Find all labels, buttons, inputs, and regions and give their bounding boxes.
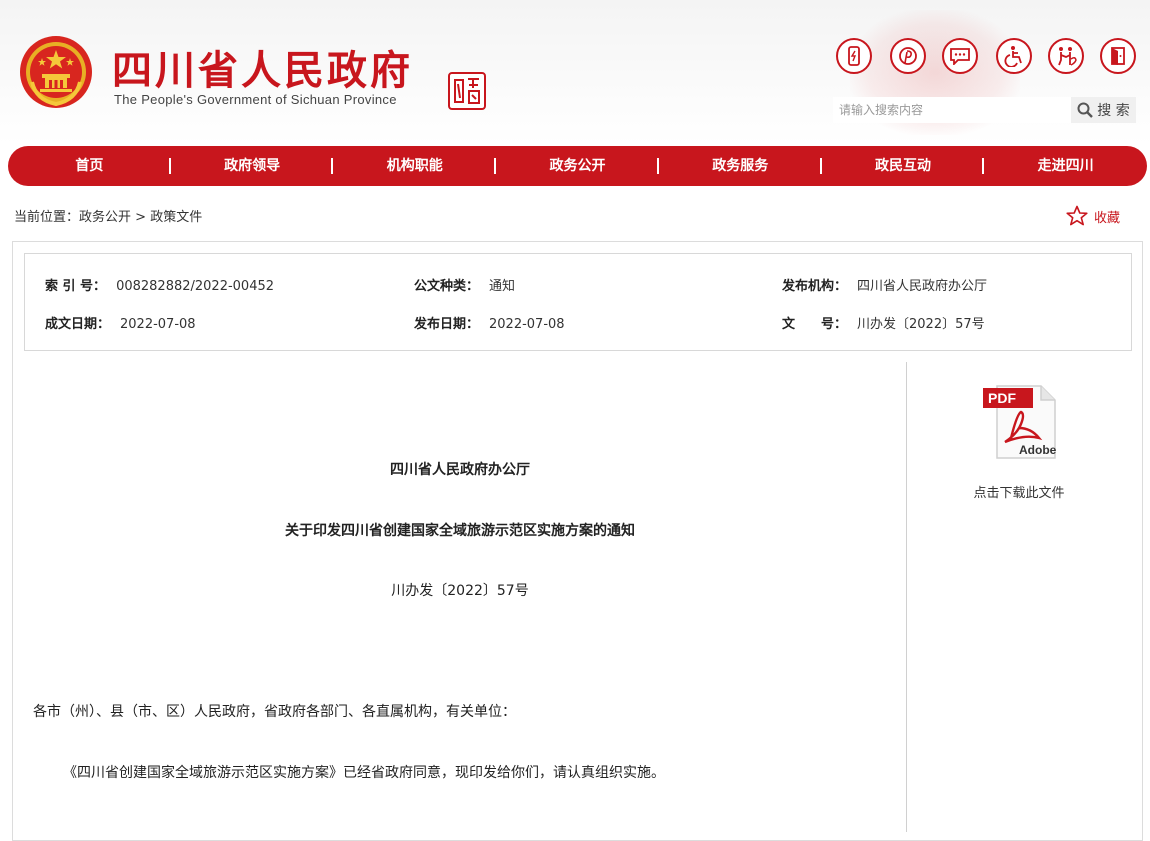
meta-doc-type: 公文种类： 通知 bbox=[414, 275, 515, 294]
document-meta-table: 索 引 号： 008282882/2022-00452 公文种类： 通知 发布机构：… bbox=[24, 253, 1132, 351]
breadcrumb: 当前位置：政务公开 > 政策文件 bbox=[14, 206, 202, 225]
meta-value: 通知 bbox=[489, 279, 516, 294]
nav-item-home[interactable]: 首页 bbox=[8, 146, 171, 186]
meta-value: 2022-07-08 bbox=[489, 317, 565, 332]
meta-index-no: 索 引 号： 008282882/2022-00452 bbox=[45, 275, 274, 294]
mobile-icon[interactable] bbox=[836, 38, 872, 74]
pdf-badge-text: PDF bbox=[988, 390, 1016, 406]
meta-label: 公文种类： bbox=[414, 279, 480, 294]
meta-value: 川办发〔2022〕57号 bbox=[857, 317, 985, 332]
nav-item-government-leaders[interactable]: 政府领导 bbox=[171, 146, 334, 186]
pdf-download-icon[interactable]: PDF Adobe bbox=[981, 384, 1059, 460]
site-subtitle: The People's Government of Sichuan Provi… bbox=[114, 92, 397, 107]
meta-written-date: 成文日期： 2022-07-08 bbox=[45, 313, 196, 332]
meta-value: 四川省人民政府办公厅 bbox=[857, 279, 988, 294]
download-file-link[interactable]: 点击下载此文件 bbox=[960, 482, 1078, 501]
nav-item-agency-functions[interactable]: 机构职能 bbox=[333, 146, 496, 186]
document-number: 川办发〔2022〕57号 bbox=[391, 583, 529, 599]
search-box: 搜 索 bbox=[833, 97, 1136, 123]
document-title: 关于印发四川省创建国家全域旅游示范区实施方案的通知 bbox=[285, 523, 635, 539]
nav-item-government-affairs[interactable]: 政务公开 bbox=[496, 146, 659, 186]
national-emblem-icon[interactable] bbox=[18, 34, 94, 110]
meta-label: 文 号： bbox=[782, 317, 848, 332]
message-icon[interactable] bbox=[942, 38, 978, 74]
accessibility-icon[interactable] bbox=[996, 38, 1032, 74]
meta-doc-no: 文 号： 川办发〔2022〕57号 bbox=[782, 313, 985, 332]
breadcrumb-separator: > bbox=[131, 210, 151, 225]
star-icon bbox=[1066, 205, 1088, 226]
nav-item-government-services[interactable]: 政务服务 bbox=[659, 146, 822, 186]
nav-item-interaction[interactable]: 政民互动 bbox=[822, 146, 985, 186]
sichuan-seal-icon bbox=[448, 72, 486, 110]
meta-label: 发布机构： bbox=[782, 279, 848, 294]
document-issuer-heading: 四川省人民政府办公厅 bbox=[390, 462, 530, 478]
favorite-label: 收藏 bbox=[1094, 210, 1121, 226]
search-icon bbox=[1077, 102, 1094, 118]
site-title: 四川省人民政府 bbox=[112, 48, 413, 94]
adobe-text: Adobe bbox=[1019, 443, 1057, 457]
breadcrumb-item-policy-documents[interactable]: 政策文件 bbox=[150, 210, 202, 225]
search-input[interactable] bbox=[833, 97, 1069, 123]
breadcrumb-prefix: 当前位置： bbox=[14, 210, 80, 225]
document-recipients: 各市（州）、县（市、区）人民政府，省政府各部门、各直属机构，有关单位： bbox=[33, 704, 516, 720]
main-nav: 首页 政府领导 机构职能 政务公开 政务服务 政民互动 走进四川 bbox=[8, 146, 1147, 186]
tool-icon-bar bbox=[836, 38, 1138, 80]
breadcrumb-item-government-affairs[interactable]: 政务公开 bbox=[79, 210, 131, 225]
care-mode-icon[interactable] bbox=[1048, 38, 1084, 74]
meta-label: 索 引 号： bbox=[45, 279, 107, 294]
document-body-paragraph: 《四川省创建国家全域旅游示范区实施方案》已经省政府同意，现印发给你们，请认真组织… bbox=[63, 765, 665, 781]
search-button-label: 搜 索 bbox=[1097, 103, 1130, 119]
meta-issuer: 发布机构： 四川省人民政府办公厅 bbox=[782, 275, 987, 294]
pinterest-icon[interactable] bbox=[890, 38, 926, 74]
favorite-button[interactable]: 收藏 bbox=[1066, 205, 1120, 227]
meta-label: 成文日期： bbox=[45, 317, 111, 332]
meta-value: 2022-07-08 bbox=[120, 317, 196, 332]
meta-label: 发布日期： bbox=[414, 317, 480, 332]
site-header: 四川省人民政府 The People's Government of Sichu… bbox=[0, 0, 1150, 145]
meta-value: 008282882/2022-00452 bbox=[116, 279, 275, 294]
search-button[interactable]: 搜 索 bbox=[1071, 97, 1136, 123]
meta-publish-date: 发布日期： 2022-07-08 bbox=[414, 313, 565, 332]
content-divider bbox=[906, 362, 907, 832]
exit-icon[interactable] bbox=[1100, 38, 1136, 74]
nav-item-about-sichuan[interactable]: 走进四川 bbox=[984, 146, 1147, 186]
